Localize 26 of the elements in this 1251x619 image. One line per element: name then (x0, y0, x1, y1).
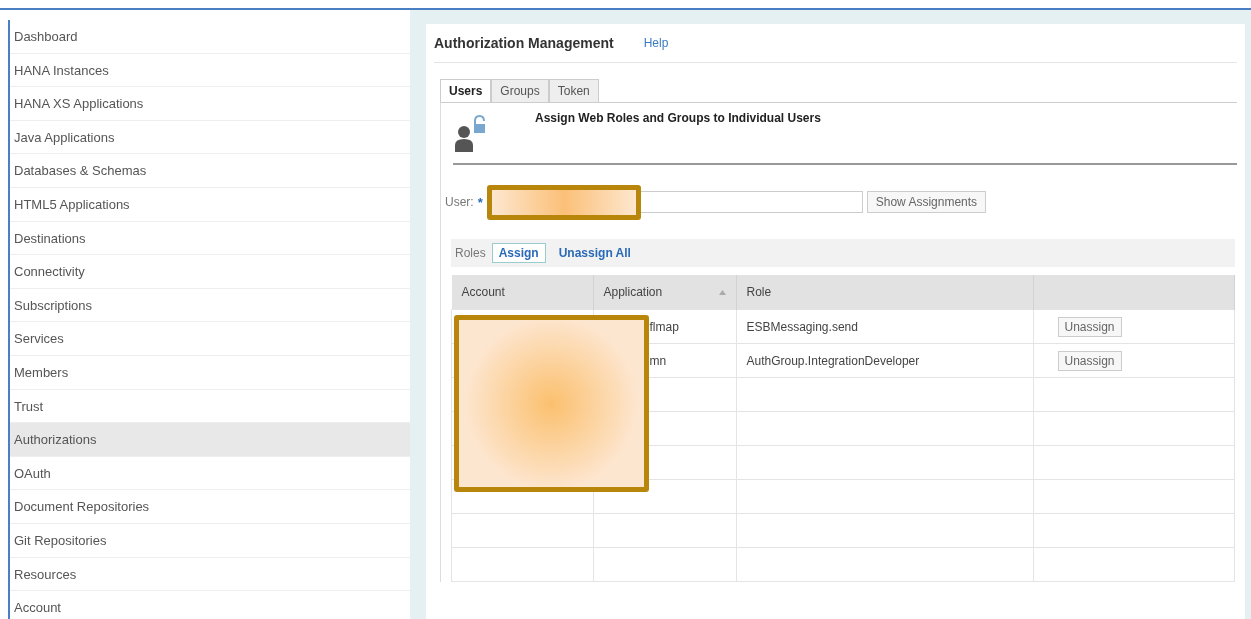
table-cell: flmap (649, 319, 679, 334)
column-header[interactable] (1033, 275, 1235, 310)
required-mark: * (477, 194, 483, 210)
column-header[interactable]: Application (593, 275, 736, 310)
column-header[interactable]: Role (736, 275, 1033, 310)
tab[interactable]: Groups (491, 79, 549, 102)
unassign-all-button[interactable]: Unassign All (551, 243, 638, 263)
user-label: User: (445, 195, 474, 209)
sidebar-item[interactable]: Authorizations (10, 423, 410, 457)
sort-icon (718, 289, 726, 295)
assign-button[interactable]: Assign (491, 243, 546, 263)
unassign-button[interactable]: Unassign (1057, 316, 1122, 337)
tab[interactable]: Token (548, 79, 599, 102)
user-lock-icon (455, 115, 485, 153)
tab[interactable]: Users (440, 79, 492, 102)
help-link[interactable]: Help (643, 36, 669, 50)
show-assignments-button[interactable]: Show Assignments (866, 191, 987, 213)
section-title: Assign Web Roles and Groups to Individual Users (535, 111, 821, 125)
unassign-button[interactable]: Unassign (1057, 350, 1122, 371)
column-header[interactable]: Account (451, 275, 593, 310)
user-field[interactable] (640, 191, 863, 213)
roles-label: Roles (455, 246, 486, 260)
page-title: Authorization Management (434, 35, 614, 51)
table-cell: AuthGroup.IntegrationDeveloper (746, 353, 920, 368)
table-cell: ESBMessaging.send (746, 319, 858, 334)
table-cell: mn (649, 353, 667, 368)
